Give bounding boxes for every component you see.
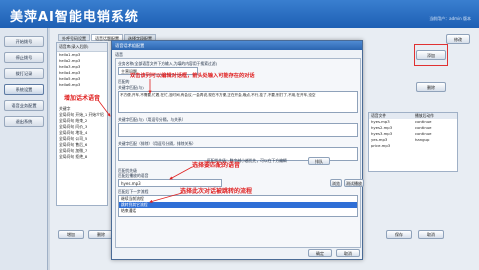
tab-outbound[interactable]: 外呼号码设置 xyxy=(58,34,90,41)
user-info: 当前用户：admin 版本 xyxy=(429,16,471,21)
dialog-title: 语音话术组配置 xyxy=(112,41,362,50)
browse-button[interactable]: 浏览 xyxy=(330,179,342,187)
voice-file-table[interactable]: 语音文件 播放后动作 hyes.mp3 continue hyes2.mp3 contin… xyxy=(368,112,458,172)
annotation-add-voice: 增加话术语音 xyxy=(64,95,101,102)
sidebar-item-exit[interactable]: 退出系统 xyxy=(4,116,44,127)
flow-option[interactable]: 结束通话 xyxy=(119,208,357,214)
table-cell[interactable] xyxy=(413,143,457,149)
annotation-select-voice: 选择要匹配的语音 xyxy=(192,162,241,169)
keywords-and-textarea[interactable] xyxy=(118,123,358,137)
table-cell[interactable]: price.mp3 xyxy=(369,143,413,149)
add-button[interactable]: 添加 xyxy=(416,50,446,60)
sidebar-item-call-records[interactable]: 拨打记录 xyxy=(4,68,44,79)
annotation-select-flow: 选择此次对话被跳转的流程 xyxy=(180,188,253,195)
flow-listbox[interactable]: 继续当前流程 跳转到其它流程 结束通话 xyxy=(118,195,358,217)
list-header: 语音库(录入后即) xyxy=(57,43,107,52)
test-play-button[interactable]: 测试播放 xyxy=(344,179,364,187)
keywords-textarea[interactable]: 不方便,开车,不需要,忙着,在忙,没时间,有会议,一会再说,现在不方便,正在开会… xyxy=(118,91,358,113)
ok-button[interactable]: 确定 xyxy=(308,249,332,257)
list-item[interactable]: 全局问句 拒绝_8 xyxy=(57,154,107,160)
sidebar-item-voice-config[interactable]: 语音业务配置 xyxy=(4,100,44,111)
sidebar: 开始拨号 停止拨号 拨打记录 系统设置 语音业务配置 退出系统 xyxy=(0,28,48,270)
edit-button[interactable]: 修改 xyxy=(446,34,470,44)
bottom-cancel-button[interactable]: 取消 xyxy=(418,230,444,239)
sidebar-item-settings[interactable]: 系统设置 xyxy=(4,84,44,95)
title-bar: 美萍AI智能电销系统 当前用户：admin 版本 xyxy=(0,0,479,28)
voice-library-list[interactable]: 语音库(录入后即) hello1.mp3 hello2.mp3 hello3.mp3… xyxy=(56,42,108,206)
annotation-double-click: 双击该列可以编辑对话框，箭头处输入可能存在的对话 xyxy=(130,73,255,79)
sidebar-item-start-dial[interactable]: 开始拨号 xyxy=(4,36,44,47)
app-title: 美萍AI智能电销系统 xyxy=(10,10,139,25)
order-button[interactable]: 排队 xyxy=(308,157,330,165)
bottom-add-button[interactable]: 增加 xyxy=(58,230,84,239)
sidebar-item-stop-dial[interactable]: 停止拨号 xyxy=(4,52,44,63)
bottom-save-button[interactable]: 保存 xyxy=(386,230,412,239)
cancel-button[interactable]: 取消 xyxy=(336,249,360,257)
delete-button[interactable]: 删除 xyxy=(416,82,446,92)
